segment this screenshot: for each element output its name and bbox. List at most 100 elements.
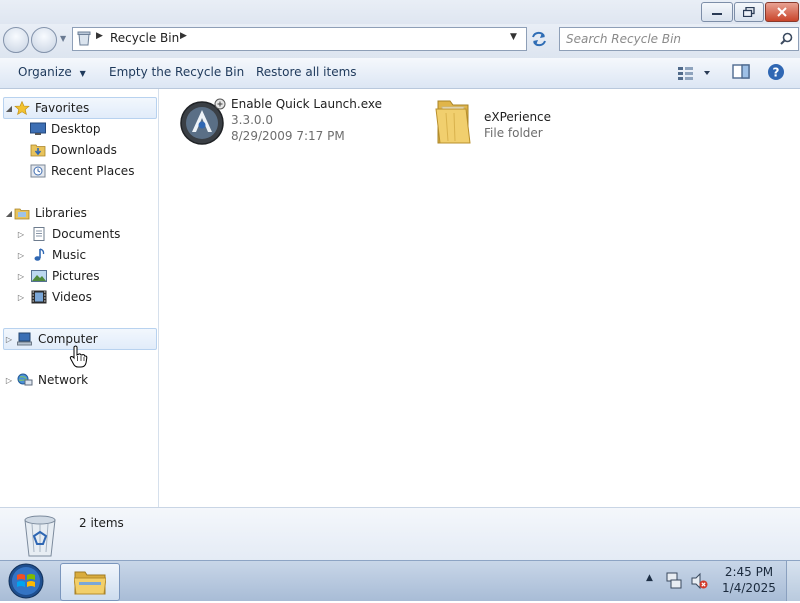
network-icon [17, 373, 33, 386]
pictures-icon [31, 270, 47, 282]
file-list: Enable Quick Launch.exe 3.3.0.0 8/29/200… [159, 89, 800, 507]
show-desktop-button[interactable] [786, 561, 800, 601]
navigation-pane: ◢ Favorites Desktop Downloads Recent Pla… [0, 89, 159, 507]
computer-icon [17, 332, 32, 346]
minimize-button[interactable] [701, 2, 733, 22]
nav-music-label: Music [52, 248, 87, 262]
navigation-bar: ▼ ▶ Recycle Bin ▶ ▼ Search Recycle Bin [0, 24, 800, 58]
nav-documents[interactable]: ▷ Documents [16, 224, 120, 244]
nav-recent-places[interactable]: Recent Places [30, 161, 134, 181]
expanded-arrow-icon[interactable]: ◢ [4, 209, 14, 218]
nav-computer-label: Computer [38, 332, 98, 346]
collapsed-arrow-icon[interactable]: ▷ [4, 335, 14, 344]
address-bar[interactable]: ▶ Recycle Bin ▶ ▼ [72, 27, 527, 51]
music-note-icon [34, 248, 45, 261]
close-button[interactable] [765, 2, 799, 22]
folder-item[interactable]: eXPerience File folder [432, 95, 612, 149]
collapsed-arrow-icon[interactable]: ▷ [4, 376, 14, 385]
collapsed-arrow-icon[interactable]: ▷ [16, 272, 26, 281]
search-icon[interactable] [780, 32, 793, 45]
nav-favorites-label: Favorites [35, 101, 90, 115]
collapsed-arrow-icon[interactable]: ▷ [16, 230, 26, 239]
clock-time: 2:45 PM [724, 565, 774, 579]
command-bar: Organize ▼ Empty the Recycle Bin Restore… [0, 58, 800, 89]
title-bar [0, 0, 800, 24]
videos-film-icon [31, 290, 47, 304]
clock-date: 1/4/2025 [722, 581, 776, 595]
expanded-arrow-icon[interactable]: ◢ [4, 104, 14, 113]
breadcrumb-recycle-bin[interactable]: Recycle Bin [110, 31, 179, 45]
nav-documents-label: Documents [52, 227, 121, 241]
nav-network-label: Network [38, 373, 89, 387]
clock[interactable]: 2:45 PM 1/4/2025 [718, 565, 780, 595]
recycle-bin-icon [24, 515, 56, 557]
nav-videos[interactable]: ▷ Videos [16, 287, 92, 307]
preview-pane-icon [732, 64, 750, 79]
nav-libraries-label: Libraries [35, 206, 87, 220]
refresh-button[interactable] [529, 29, 549, 49]
svg-text:?: ? [773, 66, 780, 80]
libraries-icon [14, 208, 30, 220]
details-pane: 2 items [0, 507, 800, 561]
collapsed-arrow-icon[interactable]: ▷ [16, 293, 26, 302]
breadcrumb-chevron-icon[interactable]: ▶ [180, 31, 187, 41]
empty-recycle-bin-button[interactable]: Empty the Recycle Bin [109, 65, 244, 79]
search-input[interactable]: Search Recycle Bin [559, 27, 799, 51]
desktop-icon [30, 122, 46, 135]
organize-button[interactable]: Organize ▼ [18, 65, 86, 79]
nav-network[interactable]: ▷ Network [4, 370, 88, 390]
nav-music[interactable]: ▷ Music [16, 245, 86, 265]
nav-videos-label: Videos [52, 290, 92, 304]
star-icon [14, 101, 30, 115]
restore-icon [743, 7, 755, 17]
change-view-button[interactable] [677, 65, 715, 81]
taskbar-explorer-button[interactable] [60, 563, 120, 601]
address-dropdown-icon[interactable]: ▼ [510, 32, 517, 42]
minimize-icon [712, 13, 722, 15]
help-button[interactable]: ? [767, 63, 785, 81]
documents-icon [33, 227, 45, 241]
nav-pictures-label: Pictures [52, 269, 100, 283]
downloads-folder-icon [30, 144, 46, 157]
file-item[interactable]: Enable Quick Launch.exe 3.3.0.0 8/29/200… [177, 95, 407, 149]
file-date: 8/29/2009 7:17 PM [231, 129, 345, 143]
show-hidden-icons-button[interactable]: ▲ [646, 573, 653, 583]
nav-favorites[interactable]: ◢ Favorites [3, 97, 157, 119]
nav-pictures[interactable]: ▷ Pictures [16, 266, 100, 286]
organize-dropdown-icon: ▼ [79, 69, 86, 78]
nav-desktop-label: Desktop [51, 122, 101, 136]
nav-libraries[interactable]: ◢ Libraries [4, 203, 87, 223]
file-version: 3.3.0.0 [231, 113, 273, 127]
close-icon [777, 7, 787, 17]
organize-label: Organize [18, 65, 72, 79]
recent-pages-dropdown[interactable]: ▼ [60, 34, 66, 43]
back-button[interactable] [3, 27, 29, 53]
item-count: 2 items [79, 516, 124, 530]
volume-muted-icon[interactable] [690, 572, 708, 590]
preview-pane-button[interactable] [732, 64, 750, 80]
folder-type: File folder [484, 126, 543, 140]
nav-desktop[interactable]: Desktop [30, 119, 101, 139]
nav-downloads-label: Downloads [51, 143, 117, 157]
recent-places-icon [30, 164, 46, 178]
nav-downloads[interactable]: Downloads [30, 140, 117, 160]
folder-name: eXPerience [484, 110, 552, 124]
exe-app-icon [180, 98, 226, 145]
windows-orb-icon [8, 563, 44, 599]
file-name: Enable Quick Launch.exe [231, 97, 382, 111]
restore-button[interactable] [734, 2, 764, 22]
breadcrumb-arrow-icon[interactable]: ▶ [96, 31, 103, 41]
start-button[interactable] [6, 562, 46, 600]
search-placeholder: Search Recycle Bin [566, 32, 682, 46]
collapsed-arrow-icon[interactable]: ▷ [16, 251, 26, 260]
help-icon: ? [768, 64, 784, 80]
view-options-icon [678, 67, 710, 80]
network-tray-icon[interactable] [665, 572, 683, 590]
restore-all-items-button[interactable]: Restore all items [256, 65, 357, 79]
recycle-bin-small-icon [77, 31, 91, 46]
folder-icon [435, 100, 471, 144]
taskbar: ▲ 2:45 PM 1/4/2025 [0, 560, 800, 601]
forward-button[interactable] [31, 27, 57, 53]
explorer-folder-icon [74, 571, 106, 595]
refresh-icon [532, 31, 546, 47]
